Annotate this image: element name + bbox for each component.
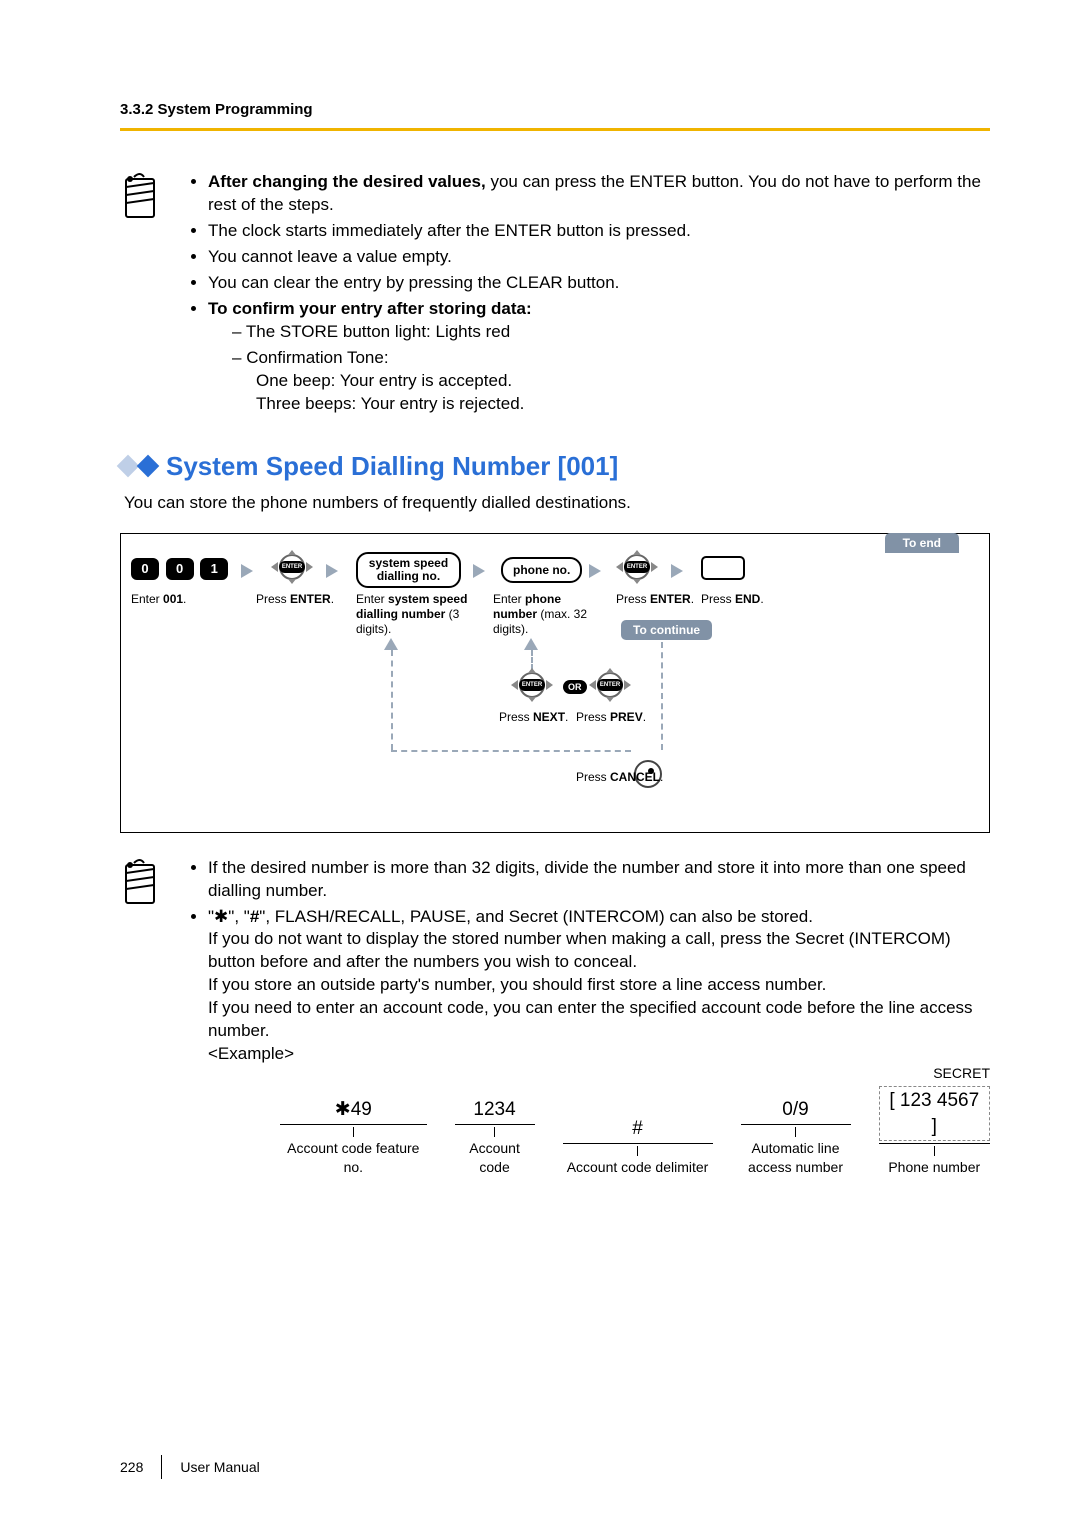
enter-key-icon: ENTER (511, 672, 553, 698)
arrow-icon (671, 562, 683, 580)
up-arrow-icon (384, 638, 398, 650)
note1-item: You can clear the entry by pressing the … (208, 272, 990, 295)
dashed-connector (391, 650, 393, 750)
example-col-secret: SECRET [ 123 4567 ] Phone number (879, 1086, 990, 1177)
section-header: 3.3.2 System Programming (120, 100, 990, 120)
caption-press-cancel: Press CANCEL. (576, 770, 663, 785)
arrow-icon (241, 562, 253, 580)
or-badge: OR (563, 680, 587, 694)
note1-item: The clock starts immediately after the E… (208, 220, 990, 243)
note-block-2: If the desired number is more than 32 di… (120, 857, 990, 1178)
to-continue-tab: To continue (621, 620, 712, 640)
section-title: System Speed Dialling Number [001] (166, 449, 618, 484)
end-key-box (701, 556, 745, 580)
enter-key-icon: ENTER (616, 554, 658, 580)
caption-press-prev: Press PREV. (576, 710, 646, 725)
note1-item: After changing the desired values, you c… (208, 171, 990, 217)
caption-press-next: Press NEXT. (499, 710, 568, 725)
page-footer: 228 User Manual (120, 1455, 260, 1479)
caption-press-enter: Press ENTER. (256, 592, 334, 607)
note1-sub: The STORE button light: Lights red (232, 321, 990, 344)
note2-item: "✱", "#", FLASH/RECALL, PAUSE, and Secre… (208, 906, 990, 1067)
up-arrow-icon (524, 638, 538, 650)
section-title-row: System Speed Dialling Number [001] (120, 449, 990, 484)
secret-caption: SECRET (933, 1064, 990, 1083)
caption-enter-sys: Enter system speed dialling number (3 di… (356, 592, 476, 637)
caption-enter-001: Enter 001. (131, 592, 186, 607)
arrow-icon (589, 562, 601, 580)
to-end-tab: To end (885, 533, 959, 553)
caption-enter-phone: Enter phone number (max. 32 digits). (493, 592, 603, 637)
example-col: 0/9 Automatic line access number (741, 1097, 851, 1177)
enter-key-icon: ENTER (589, 672, 631, 698)
dashed-connector (661, 642, 663, 750)
example-row: ✱49 Account code feature no. 1234 Accoun… (280, 1086, 990, 1177)
flowchart-box: To end 0 0 1 ENTER system speed dialling… (120, 533, 990, 833)
section-intro: You can store the phone numbers of frequ… (124, 492, 990, 515)
header-rule (120, 128, 990, 131)
example-col: # Account code delimiter (563, 1116, 713, 1178)
dashed-connector (531, 650, 533, 670)
phone-no-label-box: phone no. (501, 557, 582, 583)
note2-item: If the desired number is more than 32 di… (208, 857, 990, 903)
note1-item: To confirm your entry after storing data… (208, 298, 990, 416)
note1-sub2: Three beeps: Your entry is rejected. (232, 393, 990, 416)
note-icon (120, 857, 162, 916)
page-number: 228 (120, 1458, 143, 1477)
note1-sub2: One beep: Your entry is accepted. (232, 370, 990, 393)
arrow-icon (473, 562, 485, 580)
caption-press-end: Press END. (701, 592, 764, 607)
note1-item: You cannot leave a value empty. (208, 246, 990, 269)
arrow-icon (326, 562, 338, 580)
manual-label: User Manual (180, 1458, 259, 1477)
example-col: 1234 Account code (455, 1097, 535, 1177)
digits-001: 0 0 1 (131, 558, 231, 580)
example-col: ✱49 Account code feature no. (280, 1097, 427, 1177)
diamond-bullets-icon (120, 458, 156, 474)
enter-key-icon: ENTER (271, 554, 313, 580)
note1-sub: Confirmation Tone: One beep: Your entry … (232, 347, 990, 416)
note-block-1: After changing the desired values, you c… (120, 171, 990, 418)
note-icon (120, 171, 162, 230)
dashed-connector (391, 750, 631, 752)
caption-press-enter-2: Press ENTER. (616, 592, 694, 607)
system-speed-label-box: system speed dialling no. (356, 552, 461, 588)
